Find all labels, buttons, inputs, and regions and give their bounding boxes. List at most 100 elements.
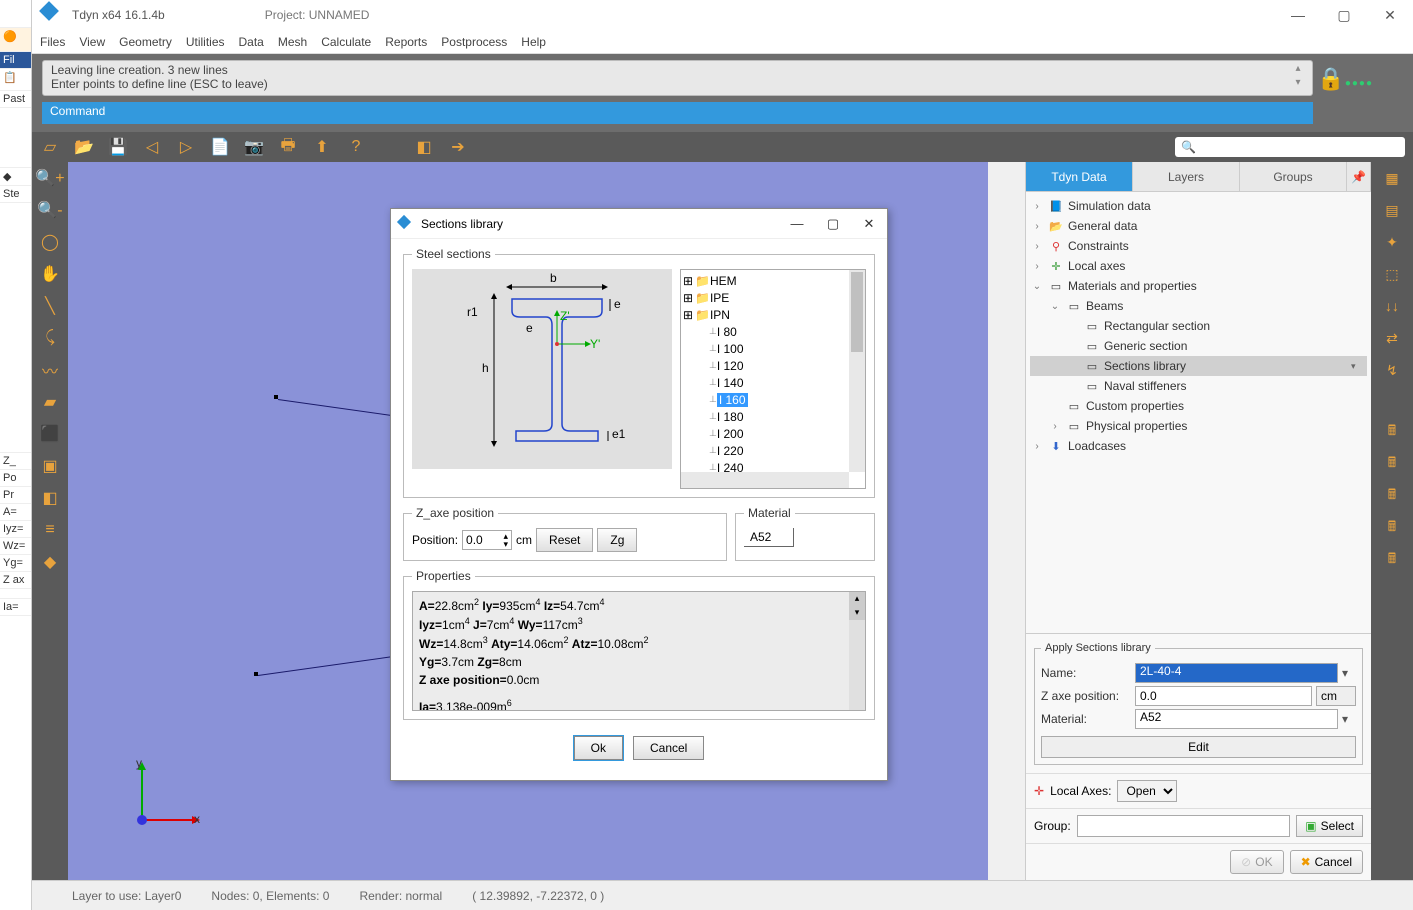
- tree-loadcases[interactable]: Loadcases: [1068, 439, 1126, 453]
- reset-button[interactable]: Reset: [536, 528, 593, 552]
- pan-icon[interactable]: ✋: [32, 258, 68, 290]
- menu-reports[interactable]: Reports: [385, 35, 427, 49]
- tab-tdyn-data[interactable]: Tdyn Data: [1026, 162, 1133, 191]
- data-tree[interactable]: ›📘Simulation data ›📂General data ›⚲Const…: [1026, 192, 1371, 633]
- dropdown-icon[interactable]: ▾: [1342, 666, 1356, 680]
- undo-icon[interactable]: ◁: [142, 137, 162, 157]
- rt-icon-8[interactable]: 🖩: [1371, 416, 1413, 448]
- rotate-icon[interactable]: ◯: [32, 226, 68, 258]
- tree-naval-stiffeners[interactable]: Naval stiffeners: [1104, 379, 1186, 393]
- dialog-close[interactable]: ✕: [859, 216, 879, 232]
- tree-rectangular-section[interactable]: Rectangular section: [1104, 319, 1210, 333]
- command-label[interactable]: Command: [42, 102, 1313, 124]
- tree-item[interactable]: ⊥ I 200: [683, 425, 847, 442]
- tree-item[interactable]: ⊥ I 100: [683, 340, 847, 357]
- menu-files[interactable]: Files: [40, 35, 65, 49]
- help-icon[interactable]: ?: [346, 137, 366, 157]
- dimension-icon[interactable]: ◆: [32, 546, 68, 578]
- line-icon[interactable]: ╲: [32, 290, 68, 322]
- apply-z-unit[interactable]: cm: [1316, 686, 1356, 706]
- minimize-button[interactable]: —: [1275, 0, 1321, 30]
- rt-icon-5[interactable]: ↓↓: [1371, 290, 1413, 322]
- apply-name-combo[interactable]: 2L-40-4: [1135, 663, 1338, 683]
- menu-help[interactable]: Help: [521, 35, 546, 49]
- local-axes-select[interactable]: Open: [1117, 780, 1177, 802]
- redo-icon[interactable]: ▷: [176, 137, 196, 157]
- dialog-minimize[interactable]: —: [787, 216, 807, 232]
- tree-beams[interactable]: Beams: [1086, 299, 1123, 313]
- menu-mesh[interactable]: Mesh: [278, 35, 307, 49]
- apply-z-input[interactable]: [1135, 686, 1312, 706]
- tree-general-data[interactable]: General data: [1068, 219, 1137, 233]
- maximize-button[interactable]: ▢: [1321, 0, 1367, 30]
- export-icon[interactable]: ⬆: [312, 137, 332, 157]
- tree-physical-properties[interactable]: Physical properties: [1086, 419, 1187, 433]
- rp-ok-button[interactable]: ⊘OK: [1230, 850, 1283, 874]
- arc-icon[interactable]: ⤹: [32, 322, 68, 354]
- scrollbar-v[interactable]: [849, 270, 865, 472]
- tree-item[interactable]: ⊥ I 160: [683, 391, 847, 408]
- status-layer[interactable]: Layer to use: Layer0: [72, 889, 181, 903]
- open-icon[interactable]: 📂: [74, 137, 94, 157]
- copy-icon[interactable]: 📄: [210, 137, 230, 157]
- apply-mat-combo[interactable]: A52: [1135, 709, 1338, 729]
- close-button[interactable]: ✕: [1367, 0, 1413, 30]
- menu-postprocess[interactable]: Postprocess: [441, 35, 507, 49]
- section-tree[interactable]: ⊞📁 HEM⊞📁 IPE⊞📁 IPN⊥ I 80⊥ I 100⊥ I 120⊥ …: [680, 269, 866, 489]
- menu-utilities[interactable]: Utilities: [186, 35, 225, 49]
- tree-item[interactable]: ⊥ I 240: [683, 459, 847, 472]
- msg-down[interactable]: ▾: [1290, 77, 1306, 91]
- new-icon[interactable]: ▱: [40, 137, 60, 157]
- tree-item[interactable]: ⊥ I 120: [683, 357, 847, 374]
- tree-custom-properties[interactable]: Custom properties: [1086, 399, 1184, 413]
- tree-folder[interactable]: ⊞📁 HEM: [683, 272, 847, 289]
- menu-calculate[interactable]: Calculate: [321, 35, 371, 49]
- dialog-ok-button[interactable]: Ok: [574, 736, 623, 760]
- tree-item[interactable]: ⊥ I 140: [683, 374, 847, 391]
- tree-item[interactable]: ⊥ I 180: [683, 408, 847, 425]
- tree-item[interactable]: ⊥ I 220: [683, 442, 847, 459]
- zoom-in-icon[interactable]: 🔍+: [32, 162, 68, 194]
- lock-icon[interactable]: 🔒●●●●: [1317, 66, 1373, 92]
- rt-icon-12[interactable]: 🖩: [1371, 544, 1413, 576]
- material-value[interactable]: A52: [744, 528, 794, 547]
- rt-icon-1[interactable]: ▦: [1371, 162, 1413, 194]
- camera-icon[interactable]: 📷: [244, 137, 264, 157]
- rp-cancel-button[interactable]: ✖Cancel: [1290, 850, 1363, 874]
- select-button[interactable]: ▣Select: [1296, 815, 1363, 837]
- tree-simulation-data[interactable]: Simulation data: [1068, 199, 1151, 213]
- menu-geometry[interactable]: Geometry: [119, 35, 172, 49]
- tree-item[interactable]: ⊥ I 80: [683, 323, 847, 340]
- group-combo[interactable]: [1077, 815, 1291, 837]
- props-scrollbar[interactable]: ▴▾: [849, 592, 865, 710]
- rt-icon-9[interactable]: 🖩: [1371, 448, 1413, 480]
- save-icon[interactable]: 💾: [108, 137, 128, 157]
- scrollbar-h[interactable]: [681, 472, 849, 488]
- polyline-icon[interactable]: 〰: [32, 354, 68, 386]
- status-render[interactable]: Render: normal: [359, 889, 442, 903]
- rt-icon-6[interactable]: ⇄: [1371, 322, 1413, 354]
- tree-folder[interactable]: ⊞📁 IPE: [683, 289, 847, 306]
- list-icon[interactable]: ≡: [32, 514, 68, 546]
- eraser-icon[interactable]: ◧: [414, 137, 434, 157]
- search-input[interactable]: 🔍: [1175, 137, 1405, 157]
- row-dropdown-icon[interactable]: ▾: [1351, 361, 1367, 372]
- rt-icon-10[interactable]: 🖩: [1371, 480, 1413, 512]
- tree-sections-library[interactable]: Sections library: [1104, 359, 1186, 373]
- dialog-titlebar[interactable]: Sections library — ▢ ✕: [391, 209, 887, 239]
- print-icon[interactable]: 🖶: [278, 137, 298, 157]
- msg-up[interactable]: ▴: [1290, 63, 1306, 77]
- rt-icon-3[interactable]: ✦: [1371, 226, 1413, 258]
- dialog-cancel-button[interactable]: Cancel: [633, 736, 704, 760]
- rt-icon-7[interactable]: ↯: [1371, 354, 1413, 386]
- zg-button[interactable]: Zg: [597, 528, 637, 552]
- layer-tool-icon[interactable]: ▣: [32, 450, 68, 482]
- rt-icon-4[interactable]: ⬚: [1371, 258, 1413, 290]
- z-pos-input[interactable]: 0.0▴▾: [462, 530, 512, 550]
- tree-folder[interactable]: ⊞📁 IPN: [683, 306, 847, 323]
- pin-icon[interactable]: 📌: [1347, 162, 1371, 191]
- erase-tool-icon[interactable]: ◧: [32, 482, 68, 514]
- menu-data[interactable]: Data: [239, 35, 264, 49]
- tree-constraints[interactable]: Constraints: [1068, 239, 1129, 253]
- rt-icon-2[interactable]: ▤: [1371, 194, 1413, 226]
